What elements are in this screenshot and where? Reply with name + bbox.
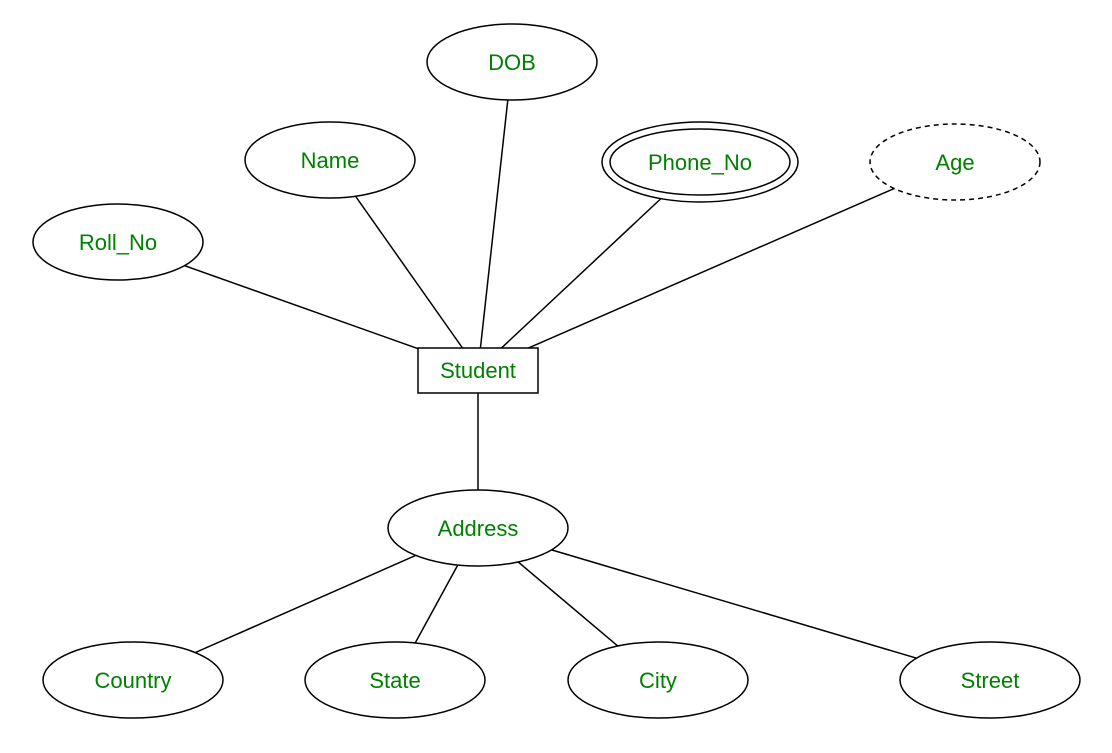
entity-student: Student [418, 348, 538, 393]
attr-roll-no-label: Roll_No [79, 230, 157, 255]
attr-phone-no-label: Phone_No [648, 150, 752, 175]
attr-dob-label: DOB [488, 50, 536, 75]
attr-roll-no: Roll_No [33, 204, 203, 280]
attr-state: State [305, 642, 485, 718]
entity-student-label: Student [440, 358, 516, 383]
attr-street: Street [900, 642, 1080, 718]
attr-state-label: State [369, 668, 420, 693]
attr-name: Name [245, 122, 415, 198]
attr-country-label: Country [94, 668, 171, 693]
attr-city-label: City [639, 668, 677, 693]
attr-street-label: Street [961, 668, 1020, 693]
attr-address: Address [388, 490, 568, 566]
attr-age: Age [870, 124, 1040, 200]
attr-age-label: Age [935, 150, 974, 175]
edge-student-dob [478, 62, 512, 370]
er-diagram: Student Roll_No Name DOB Phone_No Age Ad… [0, 0, 1112, 753]
edge-address-street [478, 528, 990, 680]
attr-phone-no: Phone_No [602, 122, 798, 202]
attr-address-label: Address [438, 516, 519, 541]
attr-name-label: Name [301, 148, 360, 173]
attr-country: Country [43, 642, 223, 718]
attr-city: City [568, 642, 748, 718]
attr-dob: DOB [427, 24, 597, 100]
